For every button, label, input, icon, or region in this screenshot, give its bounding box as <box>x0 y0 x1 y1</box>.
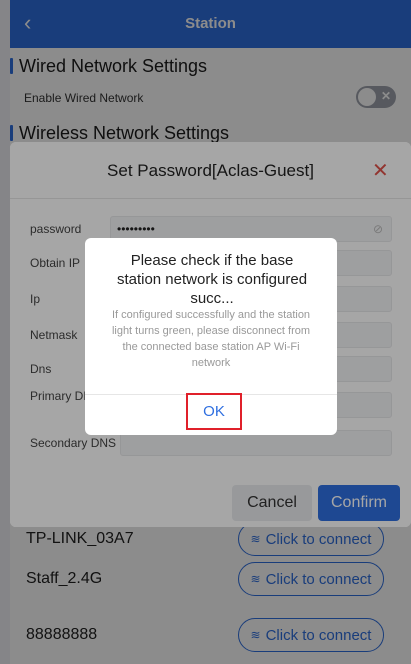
alert-message: If configured successfully and the stati… <box>111 309 311 369</box>
alert-title: Please check if the base station network… <box>116 252 308 307</box>
ok-button[interactable]: OK <box>186 393 242 430</box>
config-check-alert: Please check if the base station network… <box>85 238 337 435</box>
